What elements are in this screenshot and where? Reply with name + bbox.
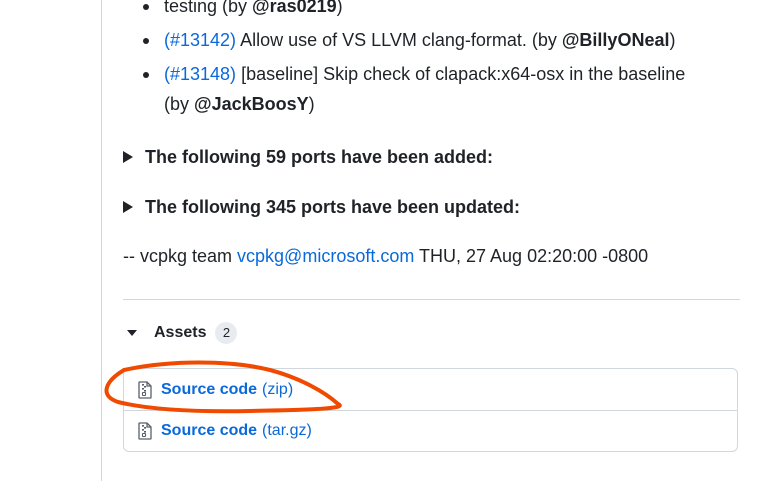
assets-list: Source code (zip) Source code (tar.gz) xyxy=(123,368,738,452)
assets-toggle[interactable]: Assets 2 xyxy=(127,322,238,344)
bullet-icon xyxy=(143,4,149,10)
triangle-down-icon xyxy=(127,330,137,336)
ports-added-toggle[interactable]: The following 59 ports have been added: xyxy=(123,145,493,169)
asset-ext: (tar.gz) xyxy=(262,422,312,439)
list-item: testing (by @ras0219) xyxy=(123,0,753,21)
item-text: [baseline] Skip check of clapack:x64-osx… xyxy=(236,64,686,84)
assets-count-badge: 2 xyxy=(215,322,238,344)
asset-row-zip[interactable]: Source code (zip) xyxy=(124,369,737,410)
triangle-right-icon xyxy=(123,201,133,213)
signature-prefix: -- vcpkg team xyxy=(123,246,238,266)
item-suffix: ) xyxy=(308,94,315,114)
user-mention[interactable]: @ras0219 xyxy=(252,0,337,16)
pr-link[interactable]: (#13148) xyxy=(164,64,236,84)
asset-row-targz[interactable]: Source code (tar.gz) xyxy=(124,410,737,451)
email-link[interactable]: vcpkg@microsoft.com xyxy=(237,246,414,266)
user-mention[interactable]: @BillyONeal xyxy=(562,30,670,50)
item-continuation: (by xyxy=(164,94,195,114)
triangle-right-icon xyxy=(123,151,133,163)
item-suffix: ) xyxy=(669,30,676,50)
asset-ext: (zip) xyxy=(262,380,294,398)
signature-date: THU, 27 Aug 02:20:00 -0800 xyxy=(414,246,649,266)
asset-link[interactable]: Source code xyxy=(161,381,257,399)
release-page: testing (by @ras0219) (#13142) Allow use… xyxy=(0,0,772,481)
ports-added-label: The following 59 ports have been added: xyxy=(145,147,494,167)
signature: -- vcpkg team vcpkg@microsoft.com THU, 2… xyxy=(123,244,648,268)
ports-updated-toggle[interactable]: The following 345 ports have been update… xyxy=(123,195,520,219)
divider xyxy=(123,299,740,300)
user-mention[interactable]: @JackBoosY xyxy=(194,94,309,114)
file-zip-icon xyxy=(138,422,152,440)
bullet-icon xyxy=(143,38,149,44)
pr-link[interactable]: (#13142) xyxy=(164,30,236,50)
item-text: testing (by xyxy=(164,0,253,16)
list-item: (#13148) [baseline] Skip check of clapac… xyxy=(123,59,753,119)
bullet-icon xyxy=(143,72,149,78)
changes-list: testing (by @ras0219) (#13142) Allow use… xyxy=(123,0,753,123)
assets-title: Assets xyxy=(154,324,207,341)
timeline-rule xyxy=(101,0,102,481)
asset-link[interactable]: Source code xyxy=(161,422,257,440)
file-zip-icon xyxy=(138,380,152,399)
item-suffix: ) xyxy=(336,0,343,16)
list-item: (#13142) Allow use of VS LLVM clang-form… xyxy=(123,25,753,55)
item-text: Allow use of VS LLVM clang-format. (by xyxy=(236,30,562,50)
ports-updated-label: The following 345 ports have been update… xyxy=(145,197,521,217)
